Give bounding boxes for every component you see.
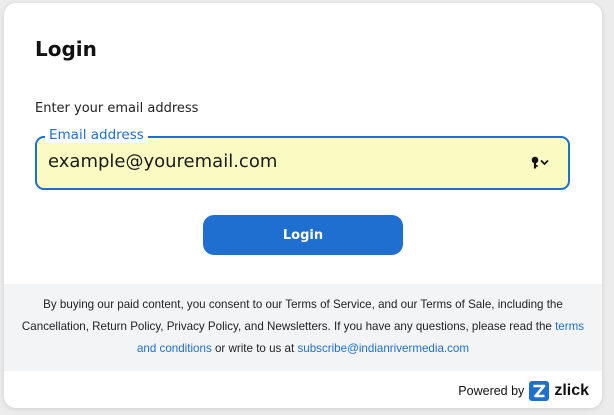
terms-section: By buying our paid content, you consent … <box>4 284 602 371</box>
login-card: Login Enter your email address Email add… <box>4 3 602 408</box>
zlick-logo-icon <box>529 381 550 401</box>
password-manager-button[interactable] <box>530 155 552 171</box>
email-field[interactable]: Email address example@youremail.com <box>35 128 570 190</box>
terms-text-intro: By buying our paid content, you consent … <box>21 298 563 333</box>
email-prompt: Enter your email address <box>35 101 199 116</box>
email-field-value[interactable]: example@youremail.com <box>48 153 277 171</box>
email-field-label: Email address <box>45 128 148 143</box>
zlick-brand-name: zlick <box>554 382 589 399</box>
key-icon <box>531 156 549 169</box>
terms-text: By buying our paid content, you consent … <box>18 294 588 360</box>
powered-by-label: Powered by <box>458 384 525 398</box>
chevron-down-icon <box>540 159 549 166</box>
powered-by-badge[interactable]: Powered by zlick <box>458 380 589 402</box>
support-email-link[interactable]: subscribe@indianrivermedia.com <box>297 342 469 355</box>
login-button[interactable]: Login <box>203 215 403 255</box>
page-title: Login <box>35 37 97 61</box>
terms-text-middle: or write to us at <box>211 342 298 355</box>
